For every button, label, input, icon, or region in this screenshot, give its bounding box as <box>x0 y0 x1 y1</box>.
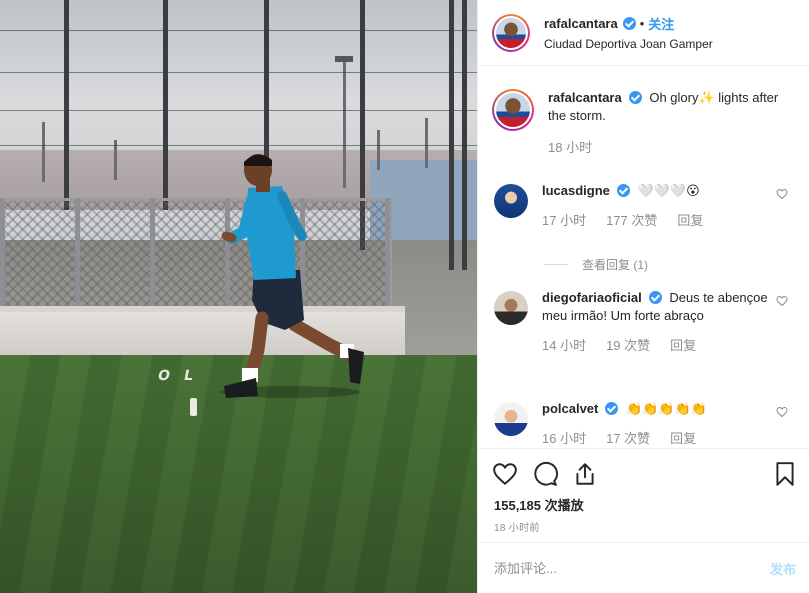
caption: rafalcantara Oh glory✨ lights after the … <box>492 89 796 157</box>
share-icon[interactable] <box>572 461 598 487</box>
reply-button[interactable]: 回复 <box>670 337 696 355</box>
comment-text: 👏👏👏👏👏 <box>625 401 707 416</box>
comment-likes[interactable]: 177 次赞 <box>606 212 657 230</box>
instagram-post: OL rafalcantara • 关注 Ciudad Deportiva Jo… <box>0 0 809 593</box>
follow-button[interactable]: 关注 <box>648 14 674 33</box>
caption-username[interactable]: rafalcantara <box>548 90 622 105</box>
verified-badge-icon <box>648 291 662 304</box>
post-comment-button[interactable]: 发布 <box>770 559 796 578</box>
comment-likes[interactable]: 19 次赞 <box>606 337 650 355</box>
heart-icon[interactable] <box>492 461 518 487</box>
comment-icon[interactable] <box>532 461 558 487</box>
author-username[interactable]: rafalcantara <box>544 16 618 31</box>
location-link[interactable]: Ciudad Deportiva Joan Gamper <box>544 37 713 51</box>
commenter-avatar[interactable] <box>494 402 528 436</box>
verified-badge-icon <box>605 402 619 415</box>
commenter-avatar[interactable] <box>494 184 528 218</box>
reply-button[interactable]: 回复 <box>677 212 703 230</box>
comment-likes[interactable]: 17 次赞 <box>606 430 650 448</box>
reply-button[interactable]: 回复 <box>670 430 696 448</box>
comment-time[interactable]: 16 小时 <box>542 430 586 448</box>
post-header: rafalcantara • 关注 Ciudad Deportiva Joan … <box>478 0 809 66</box>
caption-avatar[interactable] <box>492 89 534 131</box>
like-comment-heart-icon[interactable] <box>776 295 788 307</box>
post-side-panel: rafalcantara • 关注 Ciudad Deportiva Joan … <box>477 0 809 593</box>
view-count[interactable]: 155,185 次播放 <box>494 495 584 514</box>
caption-time[interactable]: 18 小时 <box>548 139 592 157</box>
verified-badge-icon <box>622 17 636 30</box>
like-comment-heart-icon[interactable] <box>776 188 788 200</box>
like-comment-heart-icon[interactable] <box>776 406 788 418</box>
verified-badge-icon <box>628 91 642 104</box>
verified-badge-icon <box>616 184 630 197</box>
runner-figure <box>220 154 364 398</box>
view-replies-button[interactable]: 查看回复 (1) <box>544 256 648 273</box>
commenter-username[interactable]: diegofariaoficial <box>542 290 642 305</box>
comment-time[interactable]: 14 小时 <box>542 337 586 355</box>
comment-item: lucasdigne 🤍🤍🤍😮 17 小时 177 次赞 回复 <box>494 182 794 230</box>
separator: • <box>639 16 645 31</box>
comment-time[interactable]: 17 小时 <box>542 212 586 230</box>
commenter-username[interactable]: lucasdigne <box>542 183 610 198</box>
comment-item: diegofariaoficial Deus te abençoe meu ir… <box>494 289 794 355</box>
comment-input[interactable] <box>494 560 744 576</box>
comment-text: 🤍🤍🤍😮 <box>637 183 700 198</box>
post-video[interactable]: OL <box>0 0 477 593</box>
commenter-username[interactable]: polcalvet <box>542 401 598 416</box>
view-replies-label: 查看回复 (1) <box>582 258 649 272</box>
post-timestamp[interactable]: 18 小时前 <box>494 519 540 534</box>
bookmark-icon[interactable] <box>772 461 798 487</box>
commenter-avatar[interactable] <box>494 291 528 325</box>
action-bar: 155,185 次播放 18 小时前 <box>478 448 809 542</box>
author-avatar[interactable] <box>492 13 530 52</box>
comment-item: polcalvet 👏👏👏👏👏 16 小时 17 次赞 回复 <box>494 400 794 448</box>
comments-list[interactable]: rafalcantara Oh glory✨ lights after the … <box>478 67 809 448</box>
comment-composer: 发布 <box>478 542 809 593</box>
